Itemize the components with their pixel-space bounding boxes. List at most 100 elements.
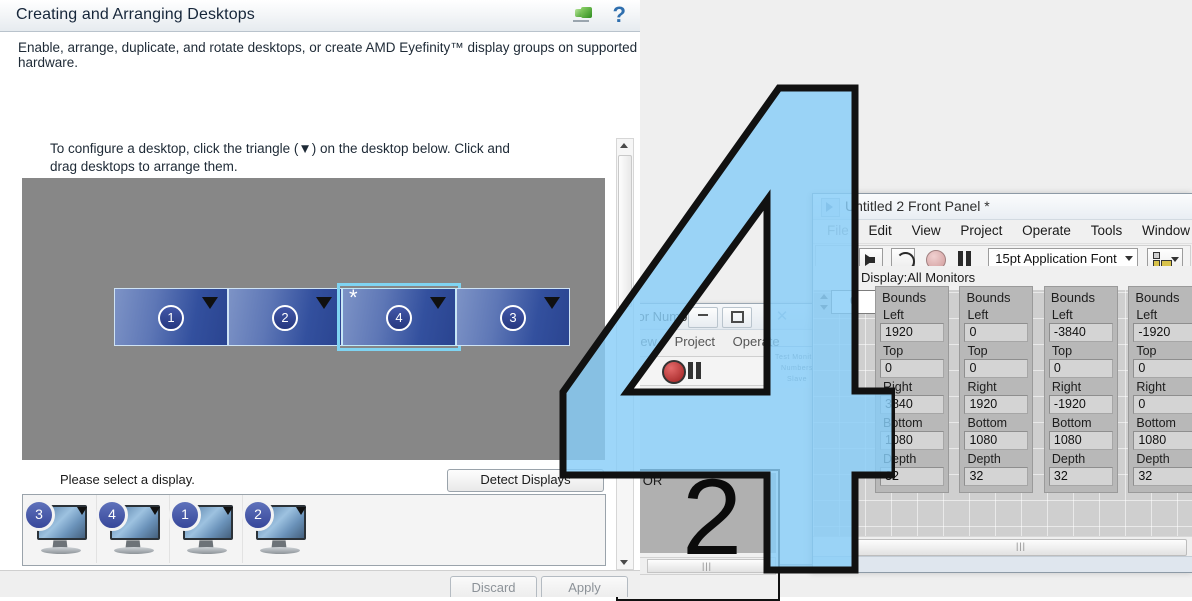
help-icon[interactable]: ? — [613, 2, 626, 28]
pause-icon[interactable] — [688, 362, 704, 379]
monitor-thumbnail[interactable]: 2 — [242, 495, 315, 563]
depth-label: Depth — [1048, 451, 1113, 467]
left-label: Left — [964, 307, 1029, 323]
amd-footer: Discard Apply — [0, 570, 640, 597]
monitor-thumbnail-strip[interactable]: 3 4 1 2 — [22, 494, 606, 566]
menu-operate[interactable]: Operate — [1014, 220, 1079, 238]
monitor-horizontal-scrollbar[interactable]: ||| — [620, 557, 776, 575]
scrollbar-thumb[interactable]: ||| — [855, 539, 1187, 556]
detect-displays-button[interactable]: Detect Displays — [447, 469, 604, 492]
top-value[interactable]: 0 — [880, 359, 944, 378]
amd-catalyst-panel: Creating and Arranging Desktops ? Enable… — [0, 0, 640, 597]
depth-value[interactable]: 32 — [1133, 467, 1192, 486]
right-label: Right — [1048, 379, 1113, 395]
bottom-value[interactable]: 1080 — [1048, 431, 1113, 450]
bottom-value[interactable]: 1080 — [1133, 431, 1192, 450]
menu-tools[interactable]: Tools — [1083, 220, 1131, 238]
right-value[interactable]: 0 — [1133, 395, 1192, 414]
bounds-cluster[interactable]: Bounds Left -3840 Top 0 Right -1920 Bott… — [1043, 286, 1118, 493]
chevron-down-icon[interactable] — [1124, 256, 1133, 261]
depth-label: Depth — [880, 451, 944, 467]
depth-label: Depth — [1133, 451, 1192, 467]
chevron-down-icon[interactable] — [202, 297, 218, 309]
scrollbar-thumb[interactable]: ||| — [647, 559, 767, 573]
desktop-number: 3 — [500, 305, 526, 332]
desktop-tile[interactable]: 1 — [114, 288, 228, 346]
numeric-stepper[interactable] — [818, 291, 831, 313]
depth-value[interactable]: 32 — [1048, 467, 1113, 486]
scrollbar-thumb[interactable] — [618, 155, 632, 307]
top-label: Top — [1048, 343, 1113, 359]
chevron-down-icon[interactable] — [544, 297, 560, 309]
close-icon[interactable]: ✕ — [766, 307, 798, 326]
chevron-down-icon[interactable] — [316, 297, 332, 309]
chevron-down-icon[interactable] — [223, 507, 233, 515]
bottom-label: Bottom — [1133, 415, 1192, 431]
left-value[interactable]: 0 — [964, 323, 1029, 342]
chevron-down-icon[interactable] — [430, 297, 446, 309]
left-value[interactable]: 1920 — [880, 323, 944, 342]
background-window-titlebar[interactable]: itor Numb ✕ — [623, 304, 838, 330]
menu-file[interactable]: File — [819, 220, 857, 238]
labview-titlebar[interactable]: Untitled 2 Front Panel * — [813, 194, 1192, 220]
desktop-tile[interactable]: 3 — [456, 288, 570, 346]
bounds-title: Bounds — [882, 290, 927, 305]
bounds-cluster[interactable]: Bounds Left 1920 Top 0 Right 3840 Bottom… — [875, 286, 949, 493]
abort-execution-icon[interactable] — [662, 360, 686, 384]
monitor-number: 2 — [242, 499, 274, 531]
left-value[interactable]: -3840 — [1048, 323, 1113, 342]
labview-horizontal-scrollbar[interactable]: ||| — [813, 536, 1192, 556]
scroll-up-icon[interactable] — [620, 143, 628, 148]
desktop-number: 1 — [158, 305, 184, 332]
bounds-cluster[interactable]: Bounds Left 0 Top 0 Right 1920 Bottom 10… — [959, 286, 1034, 493]
background-window-monitor[interactable]: 2 NITOR ||| — [616, 469, 780, 601]
maximize-icon[interactable] — [722, 307, 752, 328]
menu-edit[interactable]: Edit — [861, 220, 900, 238]
menu-view[interactable]: View — [904, 220, 949, 238]
bounds-title: Bounds — [1135, 290, 1180, 305]
labview-front-panel-window[interactable]: Untitled 2 Front Panel * File Edit View … — [812, 193, 1192, 573]
bottom-value[interactable]: 1080 — [880, 431, 944, 450]
desktop-tile-selected[interactable]: * 4 — [337, 283, 461, 351]
chevron-down-icon[interactable] — [150, 507, 160, 515]
labview-menubar[interactable]: File Edit View Project Operate Tools Win… — [813, 220, 1192, 244]
bottom-value[interactable]: 1080 — [964, 431, 1029, 450]
page-title: Creating and Arranging Desktops — [16, 6, 255, 23]
amd-vertical-scrollbar[interactable] — [616, 138, 634, 570]
chevron-down-icon[interactable] — [77, 507, 87, 515]
bg-menu-project[interactable]: Project — [675, 334, 715, 349]
minimize-icon[interactable] — [688, 307, 718, 328]
depth-value[interactable]: 32 — [964, 467, 1029, 486]
pin-icon[interactable] — [573, 7, 595, 23]
bounds-cluster-array[interactable]: Bounds Left 1920 Top 0 Right 3840 Bottom… — [875, 286, 1192, 493]
select-display-message: Please select a display. — [60, 472, 195, 487]
font-selector-value: 15pt Application Font — [995, 251, 1117, 266]
right-value[interactable]: 3840 — [880, 395, 944, 414]
right-label: Right — [880, 379, 944, 395]
menu-project[interactable]: Project — [952, 220, 1010, 238]
monitor-thumbnail[interactable]: 3 — [23, 495, 97, 563]
scroll-down-icon[interactable] — [620, 560, 628, 565]
desktop-arrangement-area[interactable]: 1 2 * 4 3 — [22, 178, 605, 460]
right-label: Right — [1133, 379, 1192, 395]
top-value[interactable]: 0 — [1133, 359, 1192, 378]
depth-value[interactable]: 32 — [880, 467, 944, 486]
monitor-thumbnail[interactable]: 1 — [169, 495, 243, 563]
right-value[interactable]: 1920 — [964, 395, 1029, 414]
bottom-label: Bottom — [880, 415, 944, 431]
bottom-label: Bottom — [1048, 415, 1113, 431]
left-label: Left — [1048, 307, 1113, 323]
top-value[interactable]: 0 — [964, 359, 1029, 378]
monitor-thumbnail[interactable]: 4 — [96, 495, 170, 563]
right-value[interactable]: -1920 — [1048, 395, 1113, 414]
discard-button[interactable]: Discard — [450, 576, 537, 597]
left-value[interactable]: -1920 — [1133, 323, 1192, 342]
desktop-tile[interactable]: 2 — [228, 288, 342, 346]
menu-window[interactable]: Window — [1134, 220, 1192, 238]
apply-button[interactable]: Apply — [541, 576, 628, 597]
labview-statusbar — [813, 556, 1192, 572]
top-value[interactable]: 0 — [1048, 359, 1113, 378]
chevron-down-icon[interactable] — [296, 507, 306, 515]
bounds-cluster[interactable]: Bounds Left -1920 Top 0 Right 0 Bottom 1… — [1128, 286, 1192, 493]
monitor-index-control[interactable]: 0 — [820, 290, 879, 314]
